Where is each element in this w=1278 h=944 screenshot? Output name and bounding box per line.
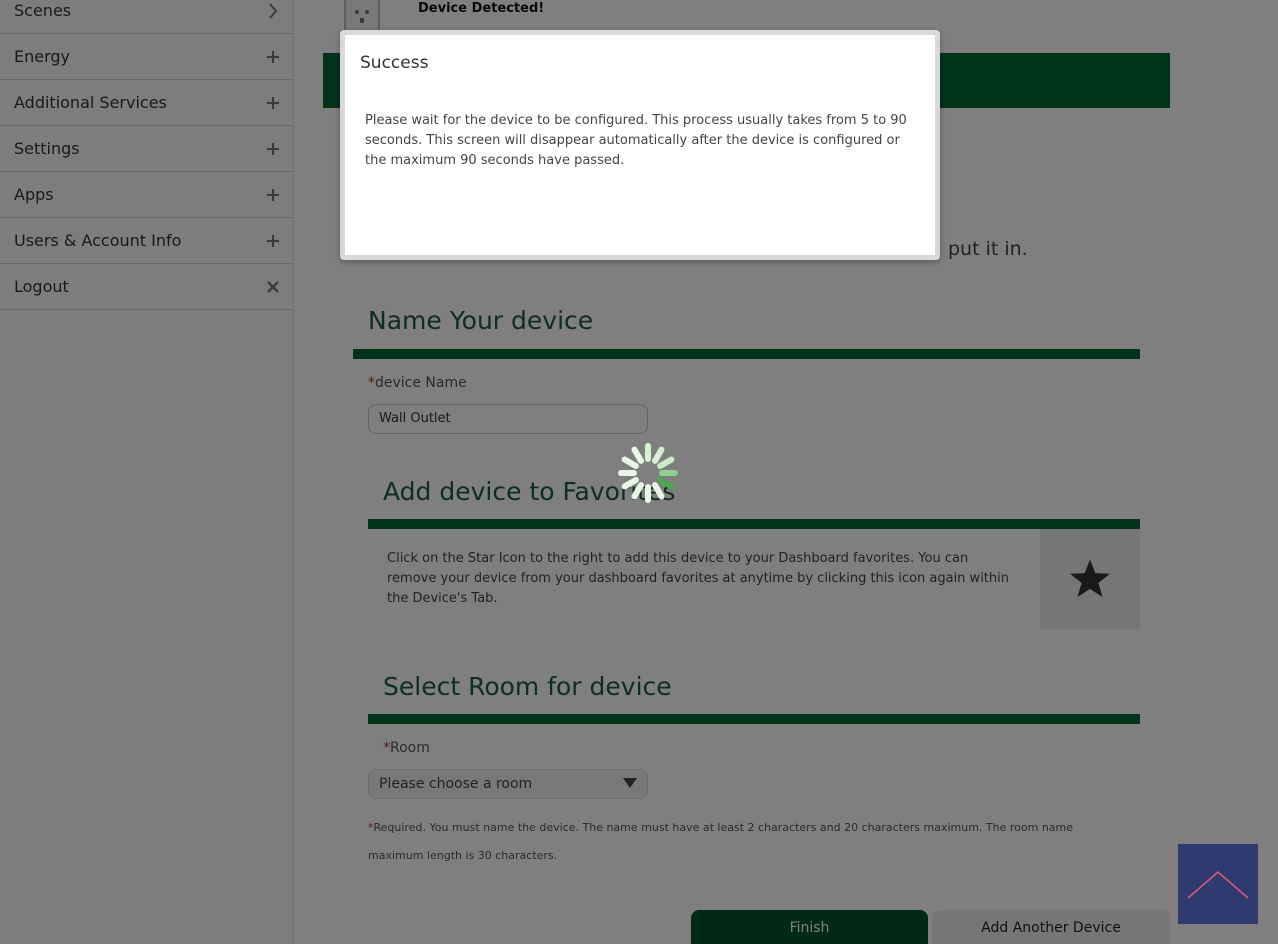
- loading-spinner-icon: [614, 440, 682, 506]
- modal-title: Success: [360, 53, 429, 73]
- chevron-up-icon: [1187, 870, 1249, 899]
- success-modal: Success Please wait for the device to be…: [340, 30, 940, 260]
- modal-body: Please wait for the device to be configu…: [365, 113, 907, 168]
- back-to-top-button[interactable]: [1178, 844, 1258, 924]
